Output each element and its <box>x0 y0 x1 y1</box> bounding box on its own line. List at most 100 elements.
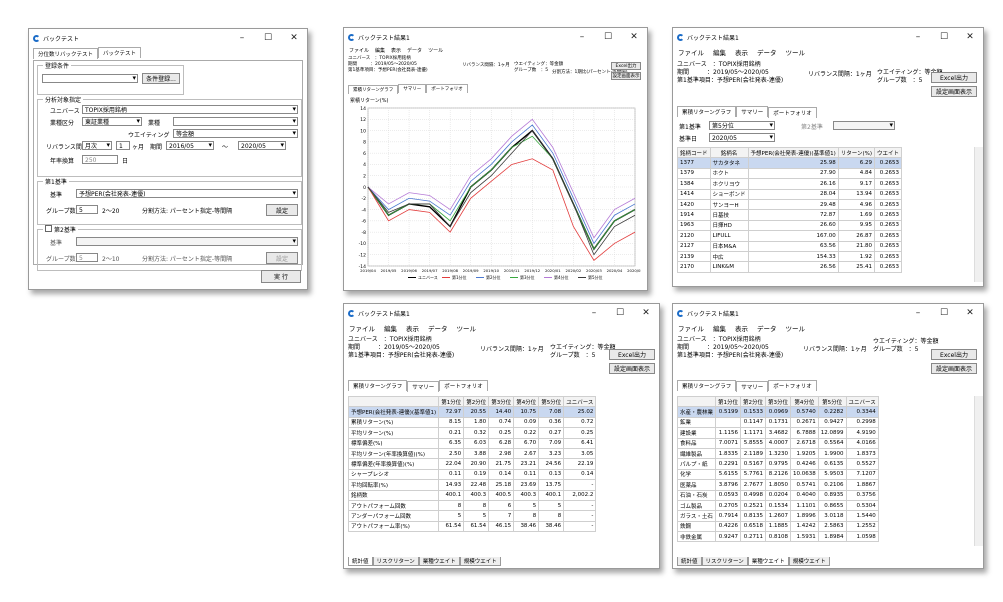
tab-cumulative-chart[interactable]: 累積リターングラフ <box>677 380 737 391</box>
vertical-scrollbar[interactable] <box>974 396 983 546</box>
bottom-tab[interactable]: 統計値 <box>348 557 373 566</box>
industry-class-select[interactable]: 東証業種 <box>82 117 142 126</box>
menu-view[interactable]: 表示 <box>735 47 748 57</box>
maximize-button[interactable]: ☐ <box>607 304 633 322</box>
table-row[interactable]: 石油・石炭 0.0593 0.4998 0.0204 0.4040 0.8935 0.375… <box>677 489 879 501</box>
excel-export-button[interactable]: Excel出力 <box>609 349 655 360</box>
maximize-button[interactable]: ☐ <box>255 29 281 47</box>
table-row[interactable]: 食料品 7.0071 5.8555 4.0007 2.6718 0.5564 4.0166 <box>677 437 879 449</box>
period-to-select[interactable]: 2020/05 <box>238 141 286 150</box>
table-row[interactable]: アウトパフォーム回数 8 8 6 5 5- <box>348 499 597 512</box>
table-row[interactable]: 平均リターン(%) 0.21 0.32 0.25 0.22 0.27 0.25 <box>348 427 597 439</box>
show-settings-button[interactable]: 設定画面表示 <box>609 363 655 374</box>
rebalance-months-stepper[interactable]: 1 <box>116 141 130 150</box>
menu-tools[interactable]: ツール <box>428 47 443 54</box>
tab-cumulative-chart[interactable]: 累積リターングラフ <box>677 106 737 117</box>
maximize-button[interactable]: ☐ <box>595 28 621 46</box>
vertical-scrollbar[interactable] <box>974 147 983 282</box>
menu-data[interactable]: データ <box>407 47 422 54</box>
show-settings-button[interactable]: 設定画面表示 <box>931 363 977 374</box>
tab-quantile-backtest[interactable]: 分位数リバックテスト <box>33 48 99 59</box>
table-row[interactable]: 非鉄金属 0.9247 0.2711 0.8108 1.5931 1.8984 1.0598 <box>677 531 879 543</box>
table-row[interactable]: 繊維製品 1.8335 2.1189 1.3230 1.9205 1.9900 1.8373 <box>677 447 879 460</box>
table-row[interactable]: 2170 LINK&M 26.56 25.41 0.2653 <box>677 261 902 273</box>
table-row[interactable]: 累積リターン(%) 8.15 1.80 0.74 0.09 0.36 0.72 <box>348 416 597 429</box>
minimize-button[interactable]: – <box>229 29 255 47</box>
column-header[interactable]: リターン(%) <box>837 147 875 159</box>
excel-export-button[interactable]: Excel出力 <box>611 62 641 70</box>
close-button[interactable]: ✕ <box>621 28 647 46</box>
table-row[interactable]: パルプ・紙 0.2291 0.5167 0.9795 0.4246 0.6135 0.552… <box>677 458 879 470</box>
show-settings-button[interactable]: 設定画面表示 <box>611 72 641 80</box>
table-row[interactable]: 予想PER(会社発表-連優)(基準値1) 72.97 20.55 14.40 10.75… <box>348 406 597 418</box>
column-header[interactable]: ウエイト <box>873 147 902 159</box>
table-row[interactable]: 平均リターン(年率換算値)(%) 2.50 3.88 2.98 2.67 3.23 3.05 <box>348 447 597 460</box>
table-row[interactable]: 2139 中広 154.33 1.92 0.2653 <box>677 250 902 263</box>
menu-edit[interactable]: 編集 <box>713 323 726 333</box>
close-button[interactable]: ✕ <box>281 29 307 47</box>
minimize-button[interactable]: – <box>905 28 931 46</box>
basis2-select[interactable] <box>76 237 298 246</box>
bottom-tab[interactable]: リスクリターン <box>701 557 748 566</box>
table-row[interactable]: 化学 5.6155 5.7761 8.2126 10.0638 5.9503 7.1207 <box>677 468 879 481</box>
registered-conditions-select[interactable] <box>42 74 138 83</box>
basis1-groups-stepper[interactable]: 5 <box>76 205 98 214</box>
menu-file[interactable]: ファイル <box>349 47 369 54</box>
column-header[interactable]: ユニバース <box>845 396 879 408</box>
basis1-settings-button[interactable]: 設定 <box>266 204 298 216</box>
table-row[interactable]: 1914 日基技 72.87 1.69 0.2653 <box>677 209 902 221</box>
universe-select[interactable]: TOPIX採用銘柄 <box>82 105 298 114</box>
table-row[interactable]: 1384 ホクリヨウ 26.16 9.17 0.2653 <box>677 178 902 190</box>
rebalance-select[interactable]: 月次 <box>82 141 112 150</box>
table-row[interactable]: アンダーパフォーム回数 5 5 7 8 8- <box>348 510 597 522</box>
column-header[interactable]: ユニバース <box>563 396 597 408</box>
show-settings-button[interactable]: 設定画面表示 <box>931 86 977 97</box>
base-date-select[interactable]: 2020/05 <box>709 133 775 142</box>
menu-data[interactable]: データ <box>757 323 777 333</box>
tab-cumulative-chart[interactable]: 累積リターングラフ <box>348 85 399 94</box>
table-row[interactable]: 2127 日本M&A 63.56 21.80 0.2653 <box>677 240 902 252</box>
menu-edit[interactable]: 編集 <box>375 47 385 54</box>
table-row[interactable]: 医薬品 3.8796 2.7677 1.8050 0.5741 0.2106 1.8867 <box>677 479 879 491</box>
bottom-tab[interactable]: 規模ウエイト <box>459 557 501 566</box>
menu-tools[interactable]: ツール <box>786 323 806 333</box>
table-row[interactable]: 1420 サンヨーH 29.48 4.96 0.2653 <box>677 198 902 211</box>
menu-data[interactable]: データ <box>757 47 777 57</box>
tab-cumulative-chart[interactable]: 累積リターングラフ <box>348 380 408 391</box>
table-row[interactable]: 1414 ショーボンド 28.04 13.94 0.2653 <box>677 188 902 200</box>
bottom-tab[interactable]: 規模ウエイト <box>788 557 830 566</box>
column-header[interactable]: 銘柄名 <box>709 147 749 159</box>
table-row[interactable]: 標準偏差(年率換算値)(%) 22.04 20.90 21.75 23.21 24.56 2… <box>348 458 597 470</box>
table-row[interactable]: 鉱業 0.1147 0.1731 0.2671 0.9427 0.2998 <box>677 416 879 429</box>
table-row[interactable]: 平均回転率(%) 14.93 22.48 25.18 23.69 13.75- <box>348 479 597 491</box>
table-row[interactable]: 鉄鋼 0.4226 0.6518 1.1885 1.4242 2.5863 1.2552 <box>677 520 879 533</box>
menu-file[interactable]: ファイル <box>678 47 704 57</box>
column-header[interactable] <box>348 396 440 408</box>
basis2-checkbox[interactable] <box>45 225 52 232</box>
tab-summary[interactable]: サマリー <box>736 381 769 392</box>
register-conditions-button[interactable]: 条件登録... <box>142 73 180 84</box>
column-header[interactable]: 第3分位 <box>765 396 792 408</box>
basis2-groups-stepper[interactable]: 5 <box>76 253 98 262</box>
bottom-tab[interactable]: 統計値 <box>677 557 702 566</box>
tab-summary[interactable]: サマリー <box>736 106 769 117</box>
close-button[interactable]: ✕ <box>957 304 983 322</box>
menu-edit[interactable]: 編集 <box>384 323 397 333</box>
table-row[interactable]: ゴム製品 0.2705 0.2521 0.1534 1.1101 0.8655 0.5304 <box>677 499 879 512</box>
table-row[interactable]: 水産・農林業 0.5199 0.1533 0.0969 0.5740 0.2282 0.33… <box>677 406 879 418</box>
maximize-button[interactable]: ☐ <box>931 304 957 322</box>
table-row[interactable]: アウトパフォーム率(%) 61.54 61.54 46.15 38.46 38.46- <box>348 520 597 533</box>
table-row[interactable]: 標準偏差(%) 6.35 6.03 6.28 6.70 7.09 6.41 <box>348 437 597 449</box>
tab-backtest[interactable]: バックテスト <box>98 47 142 58</box>
tab-portfolio[interactable]: ポートフォリオ <box>426 84 468 93</box>
column-header[interactable]: 第4分位 <box>513 396 540 408</box>
column-header[interactable]: 第2分位 <box>463 396 490 408</box>
table-row[interactable]: 建設業 1.1156 1.1171 3.4682 6.7888 12.0899 4.9190 <box>677 427 879 439</box>
column-header[interactable]: 第1分位 <box>438 396 465 408</box>
table-row[interactable]: 1377 サカタタネ 25.98 6.29 0.2653 <box>677 157 902 169</box>
basis1-quantile-select[interactable]: 第5分位 <box>709 121 775 130</box>
column-header[interactable]: 第4分位 <box>790 396 819 408</box>
column-header[interactable]: 第5分位 <box>538 396 565 408</box>
bottom-tab[interactable]: 業種ウエイト <box>418 557 460 566</box>
bottom-tab[interactable]: リスクリターン <box>372 557 419 566</box>
